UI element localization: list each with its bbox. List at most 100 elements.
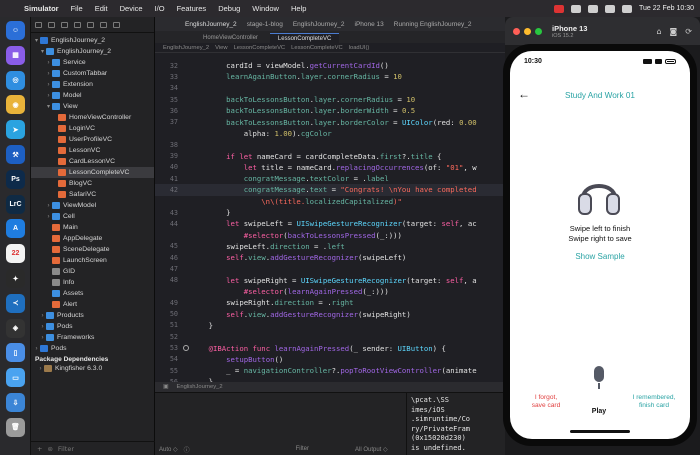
code-line[interactable]: 36 backToLessonsButton.layer.borderWidth… [155,105,505,116]
line-number[interactable]: 32 [155,62,181,70]
tab-home-view-controller[interactable]: HomeViewController [195,33,266,43]
line-number[interactable]: 50 [155,310,181,318]
code-line[interactable]: 47 [155,263,505,274]
device-selector[interactable]: iPhone 13 [355,21,384,28]
navigator-filter[interactable]: + ⊜ Filter [31,441,155,455]
microphone-icon[interactable] [592,366,606,392]
dock-davinci-icon[interactable]: ◈ [6,318,25,338]
debug-toggle-icon[interactable]: ▣ [163,384,168,390]
line-number[interactable]: 46 [155,254,181,262]
clock[interactable]: Tue 22 Feb 10:30 [639,5,694,12]
forgot-save-card-button[interactable]: I forgot, save card [524,394,568,410]
navigator-item[interactable]: › CustomTabbar [31,68,154,79]
line-number[interactable]: 38 [155,141,181,149]
code-line[interactable]: 34 [155,83,505,94]
dock-xcode-icon[interactable]: ⚒ [6,145,25,164]
debug-icon[interactable] [113,21,120,28]
menu-app-name[interactable]: Simulator [24,4,59,13]
navigator-item[interactable]: SafariVC [31,189,154,200]
navigator-item[interactable]: LoginVC [31,123,154,134]
code-line[interactable]: 37 backToLessonsButton.layer.borderColor… [155,116,505,127]
menu-debug[interactable]: Debug [218,4,240,13]
info-icon[interactable]: ⓘ [184,445,190,454]
code-line[interactable]: 40 let title = nameCard.replacingOccurre… [155,162,505,173]
navigator-item[interactable]: LessonCompleteVC [31,167,154,178]
control-center-icon[interactable] [621,4,632,13]
code-line[interactable]: 48 let swipeRight = UISwipeGestureRecogn… [155,275,505,286]
menu-help[interactable]: Help [291,4,306,13]
line-number[interactable]: 52 [155,333,181,341]
line-number[interactable]: 41 [155,175,181,183]
code-line[interactable]: 51 } [155,320,505,331]
jumpbar-function[interactable]: loadUI() [349,45,370,51]
code-line[interactable]: 49 swipeRight.direction = .right [155,297,505,308]
remembered-finish-card-button[interactable]: I remembered, finish card [626,394,682,410]
debug-target[interactable]: EnglishJourney_2 [176,384,222,390]
code-line[interactable]: 43 } [155,207,505,218]
code-line[interactable]: 54 setupButton() [155,354,505,365]
jumpbar-project[interactable]: EnglishJourney_2 [163,45,209,51]
navigator-item[interactable]: › Pods [31,321,154,332]
ib-connection-icon[interactable] [183,345,189,352]
line-number[interactable]: 40 [155,163,181,171]
menu-features[interactable]: Features [177,4,207,13]
scheme-selector[interactable]: EnglishJourney_2 [293,21,345,28]
jumpbar-file[interactable]: LessonCompleteVC [234,45,286,51]
auto-selector[interactable]: Auto ◇ [159,446,178,453]
code-line[interactable]: 55 _ = navigationController?.popToRootVi… [155,365,505,376]
package-item[interactable]: › Kingfisher 6.3.0 [31,363,154,374]
line-number[interactable]: 49 [155,299,181,307]
disclosure-chevron-icon[interactable]: ▾ [45,103,52,110]
code-line[interactable]: 39 if let nameCard = cardCompleteData.fi… [155,150,505,161]
navigator-item[interactable]: Assets [31,288,154,299]
disclosure-chevron-icon[interactable]: › [39,313,46,319]
disclosure-chevron-icon[interactable]: › [39,324,46,330]
disclosure-chevron-icon[interactable]: › [45,71,52,77]
navigator-item[interactable]: CardLessonVC [31,156,154,167]
show-sample-button[interactable]: Show Sample [510,252,690,261]
minimize-icon[interactable] [524,27,531,35]
search-icon[interactable] [604,4,615,13]
code-line[interactable]: 53 @IBAction func learnAgainPressed(_ se… [155,342,505,353]
chevron-right-icon[interactable]: › [37,366,44,372]
line-number[interactable]: 39 [155,152,181,160]
navigator-item[interactable]: › Pods [31,343,154,354]
disclosure-chevron-icon[interactable]: › [45,214,52,220]
find-icon[interactable] [74,21,81,28]
tab-lesson-complete-vc[interactable]: LessonCompleteVC [269,33,340,43]
menu-file[interactable]: File [71,4,83,13]
dock-downloads-icon[interactable]: ⇩ [6,393,25,412]
dock-app-store-icon[interactable]: A [6,219,25,239]
navigator-item[interactable]: AppDelegate [31,233,154,244]
line-number[interactable]: 48 [155,276,181,284]
code-line[interactable]: \n\(title.localizedCapitalized)" [155,196,505,207]
jumpbar-folder[interactable]: View [215,45,227,51]
dock-telegram-icon[interactable]: ➤ [6,120,25,140]
disclosure-chevron-icon[interactable]: › [45,82,52,88]
dock-folder-icon[interactable]: ▭ [6,368,25,388]
dock-safari-icon[interactable]: ◎ [6,70,25,90]
code-line[interactable]: 42 congratMessage.text = "Congrats! \nYo… [155,184,505,196]
navigator-item[interactable]: › Frameworks [31,332,154,343]
dock-simulator-icon[interactable]: ▯ [6,343,25,363]
line-number[interactable]: 54 [155,355,181,363]
warning-icon[interactable] [87,21,94,28]
code-line[interactable]: 38 [155,139,505,150]
line-number[interactable]: 43 [155,209,181,217]
line-number[interactable]: 47 [155,265,181,273]
filter-icon[interactable]: ⊜ [47,445,52,453]
navigator-item[interactable]: LessonVC [31,145,154,156]
menu-io[interactable]: I/O [155,4,165,13]
line-number[interactable]: 35 [155,96,181,104]
navigator-item[interactable]: HomeViewController [31,112,154,123]
code-line[interactable]: 50 self.view.addGestureRecognizer(swipeR… [155,309,505,320]
dock-lightroom-icon[interactable]: LrC [6,194,25,214]
line-number[interactable]: 44 [155,220,181,228]
add-icon[interactable]: + [37,445,42,453]
zoom-icon[interactable] [535,27,542,35]
dock-finder-icon[interactable]: ☺ [6,21,25,40]
line-number[interactable]: 53 [155,344,181,352]
navigator-item[interactable]: Alert [31,299,154,310]
debug-filter-input[interactable]: Filter [296,446,309,452]
disclosure-chevron-icon[interactable]: › [45,93,52,99]
